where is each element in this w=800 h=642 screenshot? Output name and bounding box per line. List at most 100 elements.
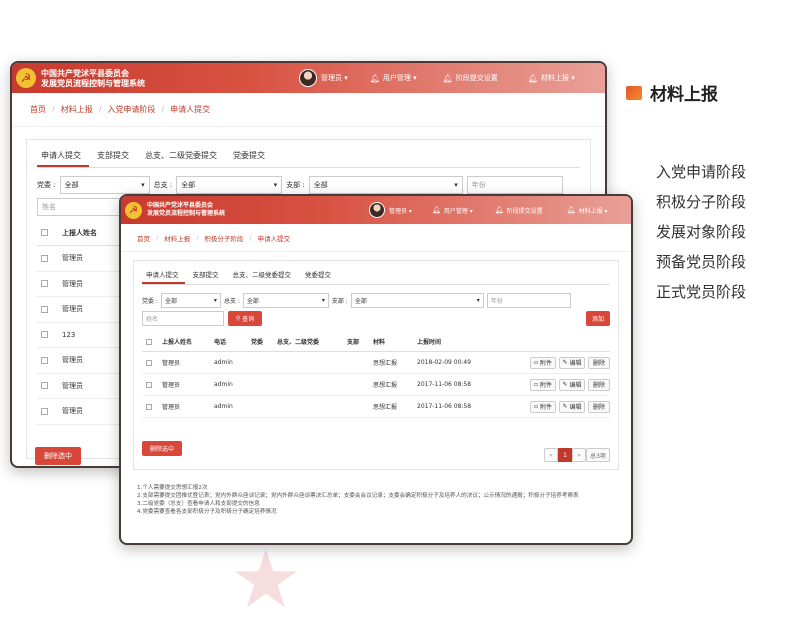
cell-time: 2017-11-06 08:58: [417, 403, 472, 410]
edit-button[interactable]: ✎ 编辑: [559, 356, 585, 369]
col-name: 上报人姓名: [62, 228, 97, 237]
select-all-checkbox[interactable]: [146, 338, 152, 345]
cell-name: 管理员: [62, 279, 83, 288]
tab-branch[interactable]: 支部提交: [185, 261, 225, 284]
select-all-checkbox[interactable]: [41, 229, 48, 236]
crumb-material[interactable]: 材料上报: [61, 104, 93, 115]
row-checkbox[interactable]: [41, 254, 48, 262]
crumb-stage[interactable]: 入党申请阶段: [107, 104, 155, 115]
delete-selected-button[interactable]: 删除选中: [142, 441, 182, 456]
row-checkbox[interactable]: [146, 381, 152, 388]
party-label: 党委 :: [37, 181, 56, 189]
chevron-down-icon: ▾: [454, 181, 458, 189]
party-select[interactable]: 全部 ▾: [160, 293, 221, 308]
sub-branch-select[interactable]: 全部 ▾: [308, 176, 463, 194]
tab-branch[interactable]: 支部提交: [89, 140, 137, 167]
crumb-home[interactable]: 首页: [30, 104, 46, 115]
col-general-branch: 总支、二级党委: [277, 339, 320, 346]
cell-time: 2017-11-06 08:58: [417, 381, 472, 388]
delete-button[interactable]: 删除: [588, 378, 610, 391]
sub-branch-select[interactable]: 全部 ▾: [350, 293, 484, 308]
edit-icon: ✎: [562, 403, 568, 410]
logo[interactable]: ☭ 中国共产党沭平县委员会 发展党员流程控制与管理系统: [16, 68, 145, 88]
admin-menu[interactable]: 管理员 ▾: [389, 206, 412, 215]
cell-name: 管理员: [162, 404, 181, 411]
cell-name: 管理员: [62, 407, 83, 416]
cell-name: 123: [62, 330, 76, 339]
party-select[interactable]: 全部 ▾: [59, 176, 150, 194]
cell-phone: admin: [214, 403, 233, 410]
row-checkbox[interactable]: [146, 403, 152, 410]
name-input[interactable]: 姓名: [142, 311, 224, 326]
stage-settings-menu[interactable]: 阶段提交设置: [507, 206, 543, 215]
cell-name: 管理员: [62, 305, 83, 314]
cell-phone: admin: [214, 359, 233, 366]
cell-name: 管理员: [62, 356, 83, 365]
folder-icon: [626, 85, 642, 100]
year-input[interactable]: 年份: [466, 176, 563, 194]
tab-applicant[interactable]: 申请人提交: [37, 140, 89, 167]
row-checkbox[interactable]: [41, 382, 48, 390]
row-checkbox[interactable]: [41, 280, 48, 288]
row-checkbox[interactable]: [146, 359, 152, 366]
attach-button[interactable]: ▫ 附件: [530, 356, 556, 369]
branch-label: 总支 :: [153, 181, 173, 189]
crumb-material[interactable]: 材料上报: [164, 233, 190, 243]
crumb-stage[interactable]: 积极分子阶段: [204, 233, 243, 243]
admin-menu[interactable]: 管理员 ▾: [321, 73, 348, 83]
table-row: 管理员 admin 思想汇报 2017-11-06 08:58 ▫ 附件 ✎ 编辑 删除: [142, 396, 610, 418]
users-menu[interactable]: 用户管理 ▾: [444, 206, 473, 215]
row-checkbox[interactable]: [41, 331, 48, 339]
side-item-probationary: 预备党员阶段: [656, 253, 747, 271]
avatar[interactable]: [299, 69, 317, 87]
bell-icon: 🔔︎: [527, 73, 538, 83]
row-checkbox[interactable]: [41, 305, 48, 313]
tab-party-committee[interactable]: 党委提交: [297, 261, 337, 284]
cell-name: 管理员: [62, 254, 83, 263]
chevron-down-icon: ▾: [141, 181, 145, 189]
year-input[interactable]: 年份: [486, 293, 571, 308]
crumb-home[interactable]: 首页: [137, 233, 150, 243]
cell-name: 管理员: [162, 360, 181, 367]
attach-button[interactable]: ▫ 附件: [530, 378, 556, 391]
avatar[interactable]: [369, 202, 385, 218]
row-checkbox[interactable]: [41, 356, 48, 364]
edit-icon: ✎: [562, 381, 568, 388]
search-icon: ⚲: [235, 315, 241, 322]
edit-icon: ✎: [562, 359, 568, 366]
bell-icon: 🔔︎: [369, 73, 380, 83]
add-button[interactable]: 添加: [586, 311, 610, 326]
tab-applicant[interactable]: 申请人提交: [142, 261, 185, 284]
branch-select[interactable]: 全部 ▾: [176, 176, 283, 194]
background-star-watermark: ★: [230, 533, 302, 626]
breadcrumb: 首页 / 材料上报 / 积极分子阶段 / 申请人提交: [121, 224, 631, 252]
front-window: ☭ 中国共产党沭平县委员会 发展党员流程控制与管理系统 管理员 ▾ 🔔︎ 用户管理…: [119, 194, 633, 545]
delete-button[interactable]: 删除: [588, 400, 610, 413]
page-1-button[interactable]: 1: [558, 448, 572, 462]
brand-line2: 发展党员流程控制与管理系统: [41, 78, 145, 88]
material-menu[interactable]: 材料上报 ▾: [541, 73, 575, 83]
edit-button[interactable]: ✎ 编辑: [559, 378, 585, 391]
cell-time: 2018-02-09 00:49: [417, 359, 472, 366]
users-menu[interactable]: 用户管理 ▾: [383, 73, 417, 83]
side-panel: 材料上报 入党申请阶段 积极分子阶段 发展对象阶段 预备党员阶段 正式党员阶段: [626, 80, 746, 307]
note-line: 1.个人需要提交思想汇报2次: [137, 485, 208, 491]
prev-page-button[interactable]: «: [544, 448, 558, 462]
delete-button[interactable]: 删除: [588, 356, 610, 369]
search-button[interactable]: ⚲ 查询: [228, 311, 262, 326]
row-checkbox[interactable]: [41, 407, 48, 415]
stage-settings-menu[interactable]: 阶段提交设置: [456, 73, 498, 83]
tab-party-committee[interactable]: 党委提交: [225, 140, 273, 167]
edit-button[interactable]: ✎ 编辑: [559, 400, 585, 413]
logo[interactable]: ☭ 中国共产党沭平县委员会 发展党员流程控制与管理系统: [125, 201, 225, 219]
branch-select[interactable]: 全部 ▾: [242, 293, 329, 308]
material-menu[interactable]: 材料上报 ▾: [579, 206, 608, 215]
attach-button[interactable]: ▫ 附件: [530, 400, 556, 413]
delete-selected-button[interactable]: 删除选中: [35, 447, 81, 465]
tab-general-branch[interactable]: 总支、二级党委提交: [225, 261, 298, 284]
tab-general-branch[interactable]: 总支、二级党委提交: [137, 140, 225, 167]
party-label: 党委 :: [142, 298, 158, 305]
name-input[interactable]: 姓名: [37, 198, 129, 216]
sub-branch-label: 支部 :: [286, 181, 305, 189]
next-page-button[interactable]: »: [572, 448, 586, 462]
